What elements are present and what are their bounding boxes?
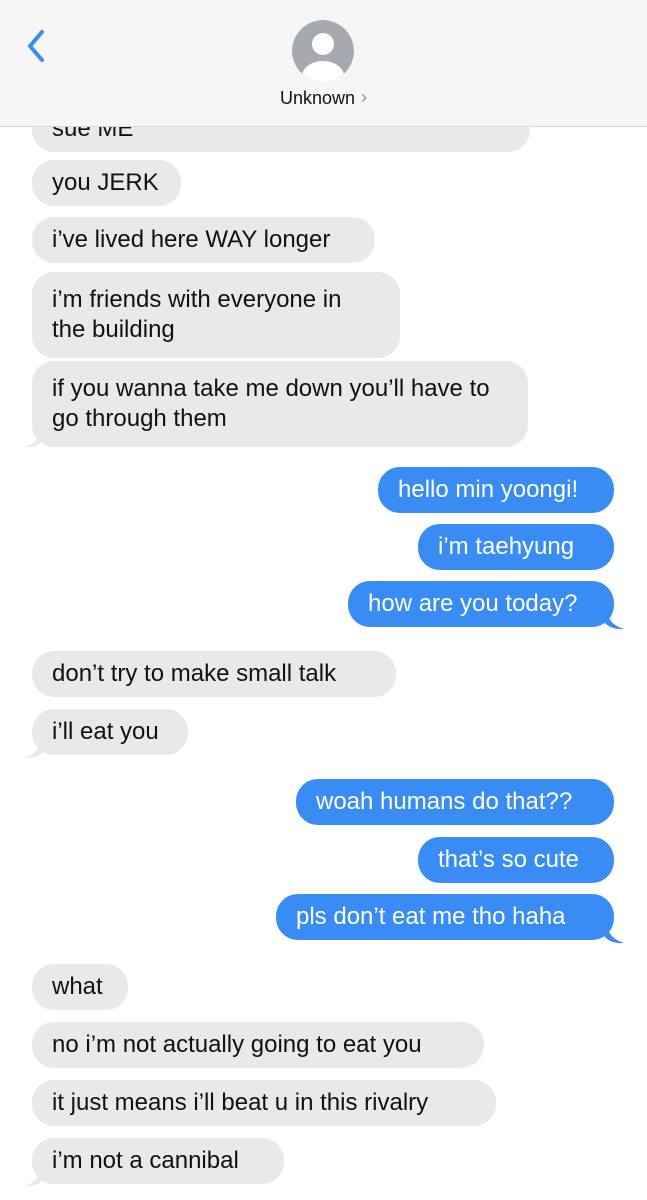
message-text: if you wanna take me down you’ll have to… (52, 375, 490, 432)
conversation-header: Unknown › (0, 0, 647, 127)
message-bubble-received[interactable]: you JERK (32, 160, 181, 206)
message-bubble-received[interactable]: if you wanna take me down you’ll have to… (32, 361, 528, 447)
message-text: hello min yoongi! (398, 476, 579, 503)
message-bubble-received[interactable]: it just means i’ll beat u in this rivalr… (32, 1080, 496, 1126)
message-bubble-received[interactable]: don’t try to make small talk (32, 651, 396, 697)
contact-avatar[interactable] (292, 20, 354, 82)
chevron-left-icon (28, 30, 44, 62)
message-text: i’m friends with everyone in the buildin… (52, 286, 342, 343)
message-text: i’ve lived here WAY longer (52, 226, 331, 253)
contact-name-button[interactable]: Unknown › (0, 87, 647, 109)
message-bubble-received[interactable]: i’m friends with everyone in the buildin… (32, 272, 400, 358)
message-bubble-received[interactable]: what (32, 964, 128, 1010)
message-bubble-received[interactable]: i’ve lived here WAY longer (32, 217, 375, 263)
received-bubble-tail (24, 430, 44, 448)
message-text: pls don’t eat me tho haha (296, 903, 566, 930)
message-text: that’s so cute (438, 846, 579, 873)
message-text: what (52, 973, 103, 1000)
back-button[interactable] (22, 26, 52, 66)
message-text: it just means i’ll beat u in this rivalr… (52, 1089, 429, 1116)
sent-bubble-tail (604, 926, 624, 944)
sent-bubble-tail (604, 612, 624, 630)
message-bubble-sent[interactable]: woah humans do that?? (296, 779, 614, 825)
message-thread[interactable]: sue ME you JERK i’ve lived here WAY long… (0, 0, 647, 1200)
message-text: you JERK (52, 169, 159, 196)
message-text: don’t try to make small talk (52, 660, 337, 687)
message-text: i’m taehyung (438, 533, 575, 560)
message-text: how are you today? (368, 590, 578, 617)
message-bubble-received[interactable]: i’m not a cannibal (32, 1138, 284, 1184)
received-bubble-tail (24, 741, 44, 759)
messages-screen: sue ME you JERK i’ve lived here WAY long… (0, 0, 647, 1200)
message-bubble-sent[interactable]: how are you today? (348, 581, 614, 627)
message-text: i’ll eat you (52, 718, 159, 745)
person-silhouette-icon (292, 20, 354, 82)
received-bubble-tail (24, 1169, 44, 1187)
message-bubble-received[interactable]: i’ll eat you (32, 709, 188, 755)
message-text: woah humans do that?? (316, 788, 573, 815)
chevron-right-icon: › (361, 87, 368, 107)
message-bubble-sent[interactable]: that’s so cute (418, 837, 614, 883)
message-bubble-sent[interactable]: pls don’t eat me tho haha (276, 894, 614, 940)
message-bubble-received[interactable]: no i’m not actually going to eat you (32, 1022, 484, 1068)
message-bubble-sent[interactable]: hello min yoongi! (378, 467, 614, 513)
contact-name: Unknown (279, 88, 356, 108)
message-text: no i’m not actually going to eat you (52, 1031, 422, 1058)
message-text: i’m not a cannibal (52, 1147, 239, 1174)
message-bubble-sent[interactable]: i’m taehyung (418, 524, 614, 570)
